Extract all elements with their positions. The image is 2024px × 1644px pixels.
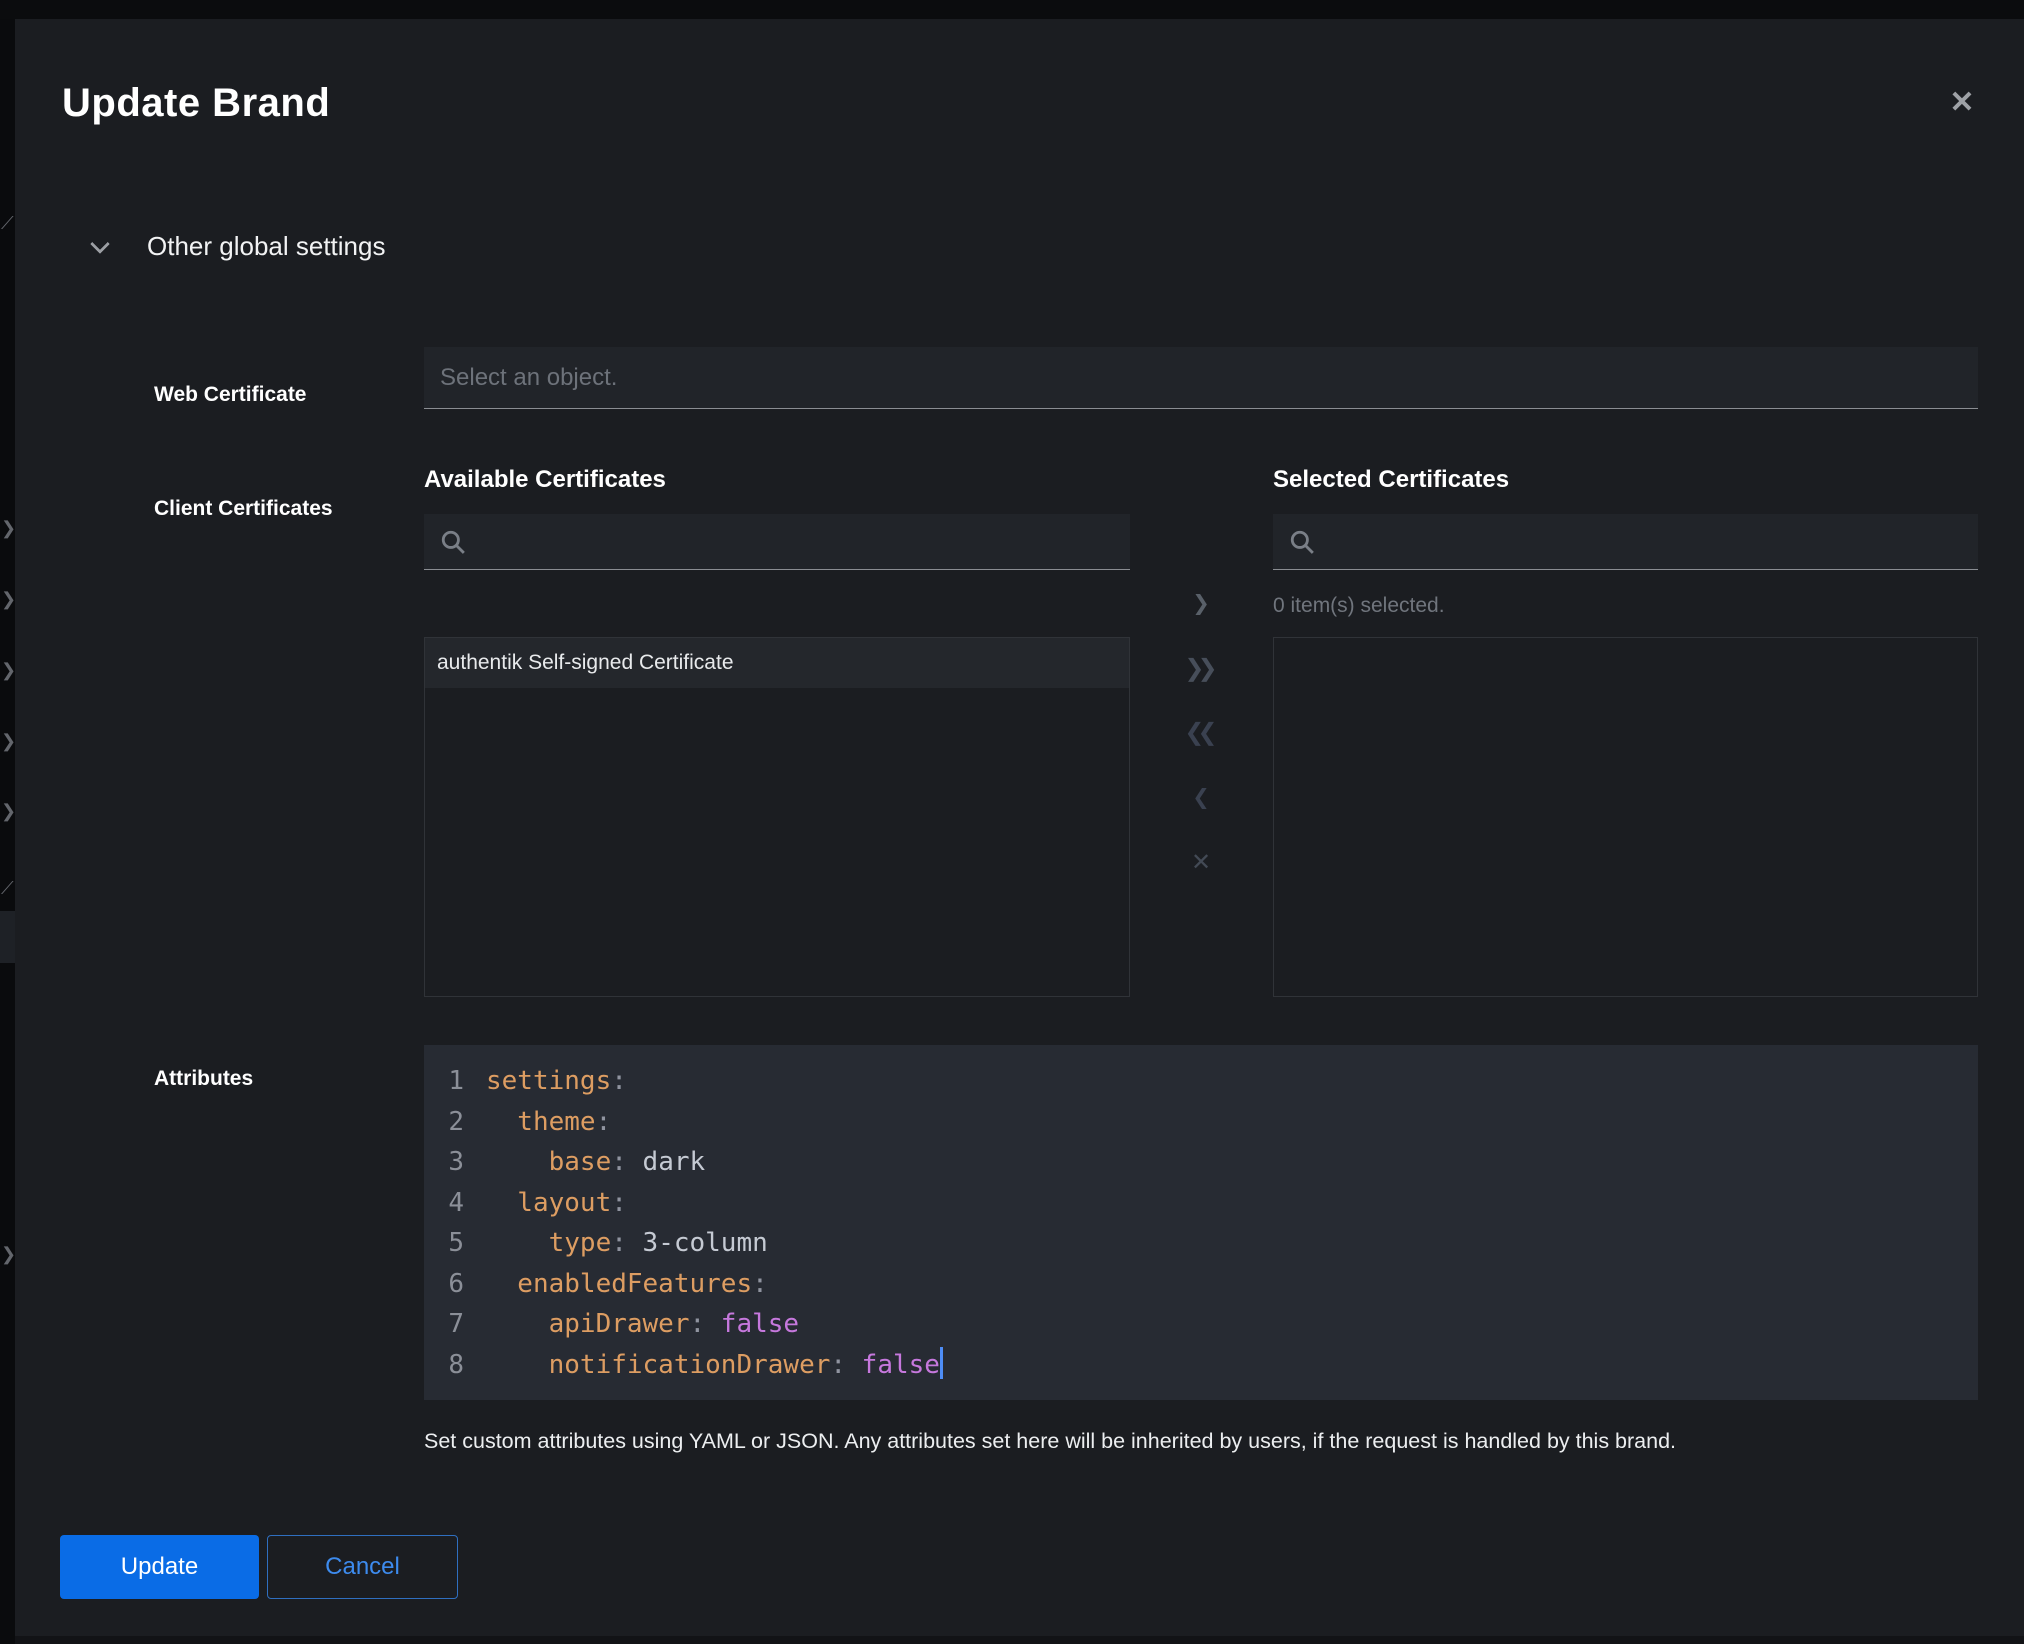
background-sidebar-edge: ⟋ ❯ ❯ ❯ ❯ ❯ ⟋ ❯ bbox=[0, 19, 15, 1644]
selected-search-wrap bbox=[1273, 514, 1978, 570]
available-search-input[interactable] bbox=[424, 514, 1130, 570]
background-page-bottom-strip bbox=[15, 1636, 2024, 1644]
attributes-label: Attributes bbox=[154, 1067, 253, 1091]
cancel-button[interactable]: Cancel bbox=[267, 1535, 458, 1599]
section-toggle-other-global-settings[interactable]: Other global settings bbox=[93, 231, 385, 262]
chevron-down-icon bbox=[90, 234, 110, 254]
client-certificates-dual-list: Available Certificates Selected Certific… bbox=[424, 466, 1978, 997]
selected-certificates-list bbox=[1273, 637, 1978, 997]
sidebar-edge-chevron-icon: ❯ bbox=[1, 519, 15, 537]
sidebar-edge-chevron-icon: ⟋ bbox=[1, 879, 14, 897]
code-line: 5 type: 3-column bbox=[438, 1223, 1978, 1264]
update-button[interactable]: Update bbox=[60, 1535, 259, 1599]
available-search-wrap bbox=[424, 514, 1130, 570]
code-line: 6 enabledFeatures: bbox=[438, 1264, 1978, 1305]
code-line: 7 apiDrawer: false bbox=[438, 1304, 1978, 1345]
section-label: Other global settings bbox=[147, 231, 385, 262]
available-certificates-header: Available Certificates bbox=[424, 466, 666, 494]
code-line: 1settings: bbox=[438, 1061, 1978, 1102]
screen: ⟋❯❯❯❯❯⟋❯ Update Brand ✕ Other global set… bbox=[0, 0, 2024, 1644]
sidebar-edge-chevron-icon: ❯ bbox=[1, 1245, 15, 1263]
sidebar-edge-chevron-icon: ❯ bbox=[1, 802, 15, 820]
web-certificate-label: Web Certificate bbox=[154, 383, 307, 407]
code-line: 3 base: dark bbox=[438, 1142, 1978, 1183]
move-all-left-button[interactable]: ❮❮ bbox=[1168, 712, 1234, 752]
web-certificate-field-wrap bbox=[424, 347, 1978, 409]
web-certificate-input[interactable] bbox=[424, 347, 1978, 409]
sidebar-edge-highlight bbox=[0, 911, 15, 963]
background-page-top-strip bbox=[0, 0, 2024, 19]
attributes-code-editor[interactable]: 1settings:2 theme:3 base: dark4 layout:5… bbox=[424, 1045, 1978, 1400]
move-all-right-button[interactable]: ❯❯ bbox=[1168, 648, 1234, 688]
code-line: 8 notificationDrawer: false bbox=[438, 1345, 1978, 1386]
sidebar-edge-chevron-icon: ⟋ bbox=[1, 214, 14, 232]
close-icon[interactable]: ✕ bbox=[1940, 81, 1984, 125]
code-line: 4 layout: bbox=[438, 1183, 1978, 1224]
certificate-list-item[interactable]: authentik Self-signed Certificate bbox=[425, 638, 1129, 688]
sidebar-edge-chevron-icon: ❯ bbox=[1, 732, 15, 750]
update-brand-modal: Update Brand ✕ Other global settings Web… bbox=[15, 19, 2024, 1636]
selected-certificates-header: Selected Certificates bbox=[1273, 466, 1509, 494]
available-certificates-list: authentik Self-signed Certificate bbox=[424, 637, 1130, 997]
sidebar-edge-chevron-icon: ❯ bbox=[1, 590, 15, 608]
code-line: 2 theme: bbox=[438, 1102, 1978, 1143]
move-selected-left-button[interactable]: ❮ bbox=[1168, 777, 1234, 817]
move-selected-right-button[interactable]: ❯ bbox=[1168, 583, 1234, 623]
modal-title: Update Brand bbox=[62, 81, 330, 126]
text-cursor bbox=[940, 1347, 943, 1379]
sidebar-edge-chevron-icon: ❯ bbox=[1, 661, 15, 679]
selected-count-status: 0 item(s) selected. bbox=[1273, 594, 1445, 618]
client-certificates-label: Client Certificates bbox=[154, 497, 333, 521]
selected-search-input[interactable] bbox=[1273, 514, 1978, 570]
attributes-help-text: Set custom attributes using YAML or JSON… bbox=[424, 1429, 1969, 1454]
clear-selection-button[interactable]: ✕ bbox=[1168, 842, 1234, 882]
